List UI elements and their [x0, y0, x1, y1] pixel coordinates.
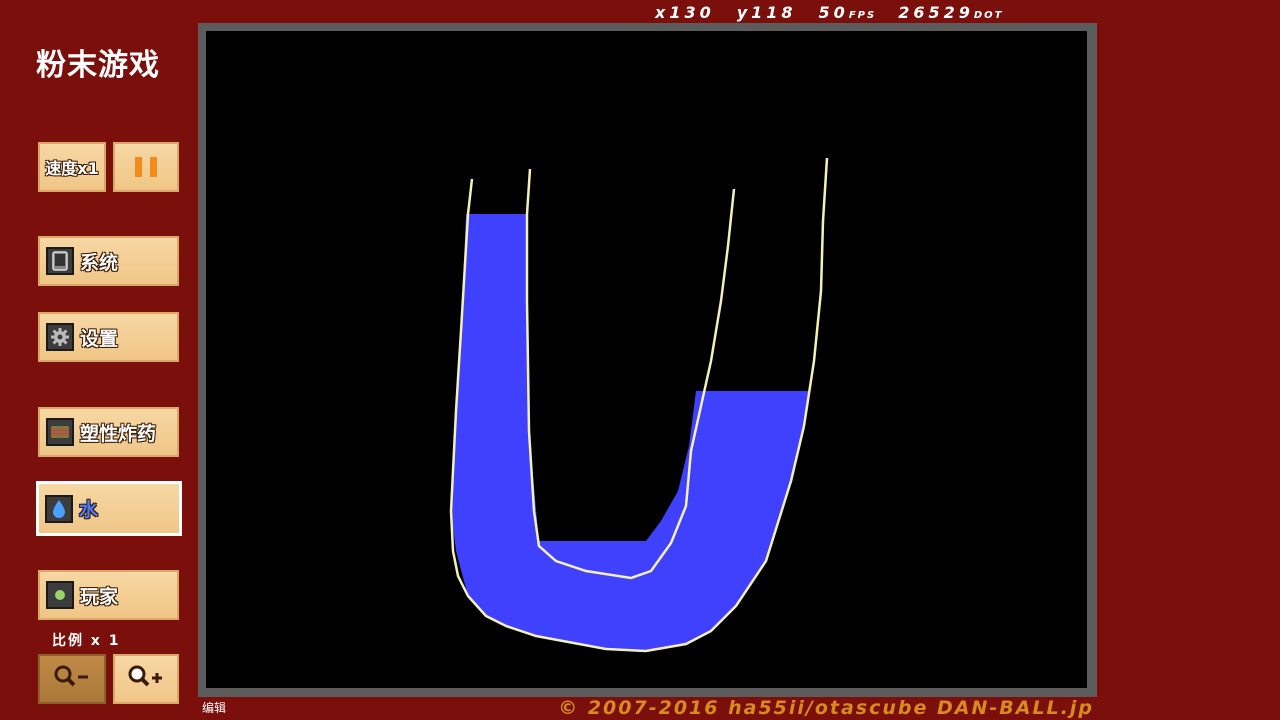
- tablet-icon: [46, 247, 74, 275]
- copyright: © 2007-2016 ha55ii/otascube DAN-BALL.jp: [558, 697, 1094, 719]
- pause-button[interactable]: [113, 142, 179, 192]
- pause-icon: [131, 157, 161, 177]
- water-drop-icon: [45, 494, 73, 523]
- menu-plastic-explosive-label: 塑性炸药: [80, 422, 157, 445]
- menu-plastic-explosive-button[interactable]: 塑性炸药: [38, 407, 179, 457]
- edit-label[interactable]: 编辑: [202, 699, 226, 716]
- zoom-in-icon: [126, 663, 166, 696]
- explosive-icon: [46, 418, 74, 446]
- player-dot-icon: [46, 581, 74, 609]
- cursor-y: y118: [736, 3, 797, 22]
- status-bar: x130 y118 50FPS 26529DOT: [655, 3, 1003, 22]
- powder-scene: [449, 157, 829, 653]
- gear-icon: [46, 323, 74, 351]
- fps-readout: 50FPS: [819, 3, 877, 22]
- speed-label: 速度x1: [45, 159, 99, 178]
- u-inner-void: [527, 201, 646, 541]
- menu-water-button[interactable]: 水: [36, 481, 182, 536]
- menu-settings-label: 设置: [80, 327, 119, 350]
- menu-player-label: 玩家: [80, 585, 119, 608]
- zoom-in-button[interactable]: [113, 654, 179, 704]
- speed-button[interactable]: 速度x1: [38, 142, 106, 192]
- game-canvas[interactable]: [206, 31, 1087, 688]
- fps-value: 50: [818, 3, 849, 22]
- app-title: 粉末游戏: [36, 48, 160, 83]
- zoom-out-button[interactable]: [38, 654, 106, 704]
- cursor-x: x130: [655, 3, 715, 22]
- menu-player-button[interactable]: 玩家: [38, 570, 179, 620]
- menu-system-label: 系统: [80, 251, 119, 274]
- dot-unit: DOT: [973, 10, 1004, 21]
- water-body: [451, 214, 810, 651]
- menu-settings-button[interactable]: 设置: [38, 312, 179, 362]
- zoom-out-icon: [52, 663, 92, 696]
- menu-water-label: 水: [79, 499, 99, 521]
- dot-value: 26529: [898, 3, 974, 22]
- scale-label: 比例 x 1: [52, 633, 121, 649]
- dot-readout: 26529DOT: [898, 3, 1003, 22]
- menu-system-button[interactable]: 系统: [38, 236, 179, 286]
- fps-unit: FPS: [848, 10, 877, 21]
